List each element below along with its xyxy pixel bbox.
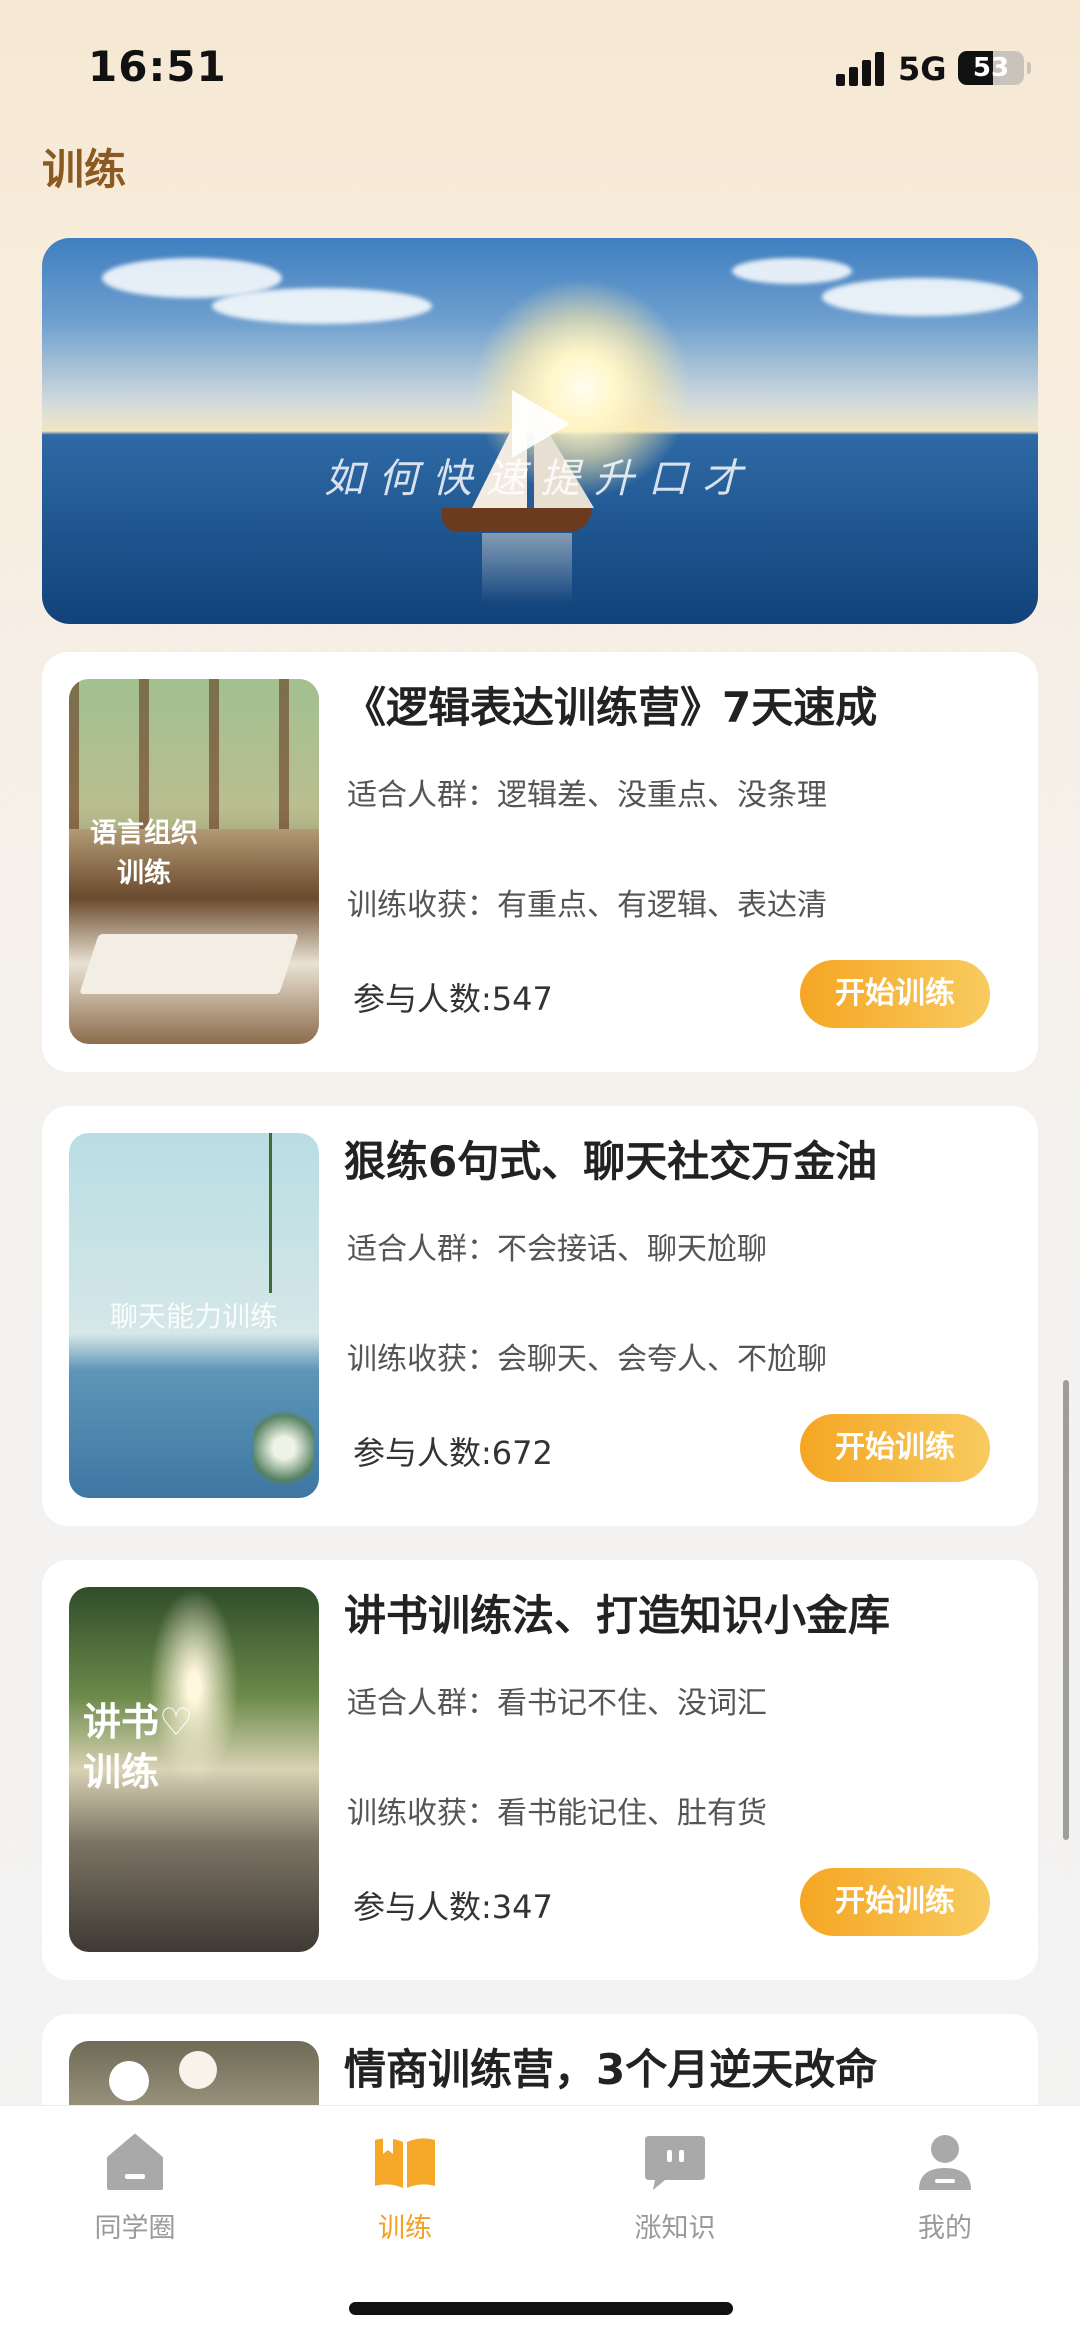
course-gain: 训练收获：会聊天、会夸人、不尬聊	[347, 1342, 827, 1377]
course-gain: 训练收获：看书能记住、肚有货	[347, 1796, 767, 1831]
home-icon	[105, 2132, 165, 2192]
battery-icon: 53	[958, 51, 1024, 85]
course-thumbnail: 聊天能力训练	[69, 1133, 319, 1498]
course-thumbnail: 语言组织 训练	[69, 679, 319, 1044]
tab-knowledge[interactable]: 涨知识	[575, 2126, 775, 2246]
course-card[interactable]: 语言组织 训练 《逻辑表达训练营》7天速成 适合人群：逻辑差、没重点、没条理 训…	[42, 652, 1038, 1072]
scrollbar[interactable]	[1063, 1380, 1069, 1840]
thumbnail-label: 聊天能力训练	[109, 1300, 278, 1333]
banner-caption: 如何快速提升口才	[324, 456, 756, 502]
status-bar: 16:51 5G 53	[0, 0, 1080, 130]
course-card[interactable]: 聊天能力训练 狠练6句式、聊天社交万金油 适合人群：不会接话、聊天尬聊 训练收获…	[42, 1106, 1038, 1526]
course-card[interactable]: 讲书♡ 训练 讲书训练法、打造知识小金库 适合人群：看书记不住、没词汇 训练收获…	[42, 1560, 1038, 1980]
tab-label: 同学圈	[94, 2213, 176, 2244]
course-title: 情商训练营，3个月逆天改命	[344, 2045, 878, 2094]
participant-count: 参与人数:347	[353, 1888, 553, 1926]
network-type: 5G	[898, 50, 947, 88]
course-title: 狠练6句式、聊天社交万金油	[344, 1137, 878, 1186]
start-training-button[interactable]: 开始训练	[800, 1414, 990, 1482]
course-gain: 训练收获：有重点、有逻辑、表达清	[347, 888, 827, 923]
page-title: 训练	[42, 145, 127, 194]
participant-count: 参与人数:547	[353, 980, 553, 1018]
course-thumbnail: 讲书♡ 训练	[69, 1587, 319, 1952]
video-banner[interactable]: 如何快速提升口才	[42, 238, 1038, 624]
home-indicator[interactable]	[349, 2302, 733, 2315]
status-time: 16:51	[88, 42, 227, 91]
signal-icon	[836, 52, 888, 86]
course-audience: 适合人群：逻辑差、没重点、没条理	[347, 778, 827, 813]
participant-count: 参与人数:672	[353, 1434, 553, 1472]
tab-classmates[interactable]: 同学圈	[35, 2126, 235, 2246]
thumbnail-label: 语言组织 训练	[90, 818, 198, 889]
course-audience: 适合人群：不会接话、聊天尬聊	[347, 1232, 767, 1267]
book-icon	[375, 2132, 435, 2192]
start-training-button[interactable]: 开始训练	[800, 1868, 990, 1936]
thumbnail-label: 讲书♡ 训练	[83, 1700, 194, 1794]
course-audience: 适合人群：看书记不住、没词汇	[347, 1686, 767, 1721]
user-icon	[915, 2132, 975, 2192]
tab-label: 涨知识	[634, 2213, 716, 2244]
tab-training[interactable]: 训练	[305, 2126, 505, 2246]
course-title: 讲书训练法、打造知识小金库	[344, 1591, 891, 1640]
start-training-button[interactable]: 开始训练	[800, 960, 990, 1028]
course-title: 《逻辑表达训练营》7天速成	[344, 683, 878, 732]
chat-icon	[645, 2132, 705, 2192]
tab-label: 训练	[378, 2213, 432, 2244]
sailboat	[442, 508, 592, 532]
battery-level: 53	[972, 53, 1010, 83]
tab-label: 我的	[918, 2213, 972, 2244]
tab-profile[interactable]: 我的	[845, 2126, 1045, 2246]
